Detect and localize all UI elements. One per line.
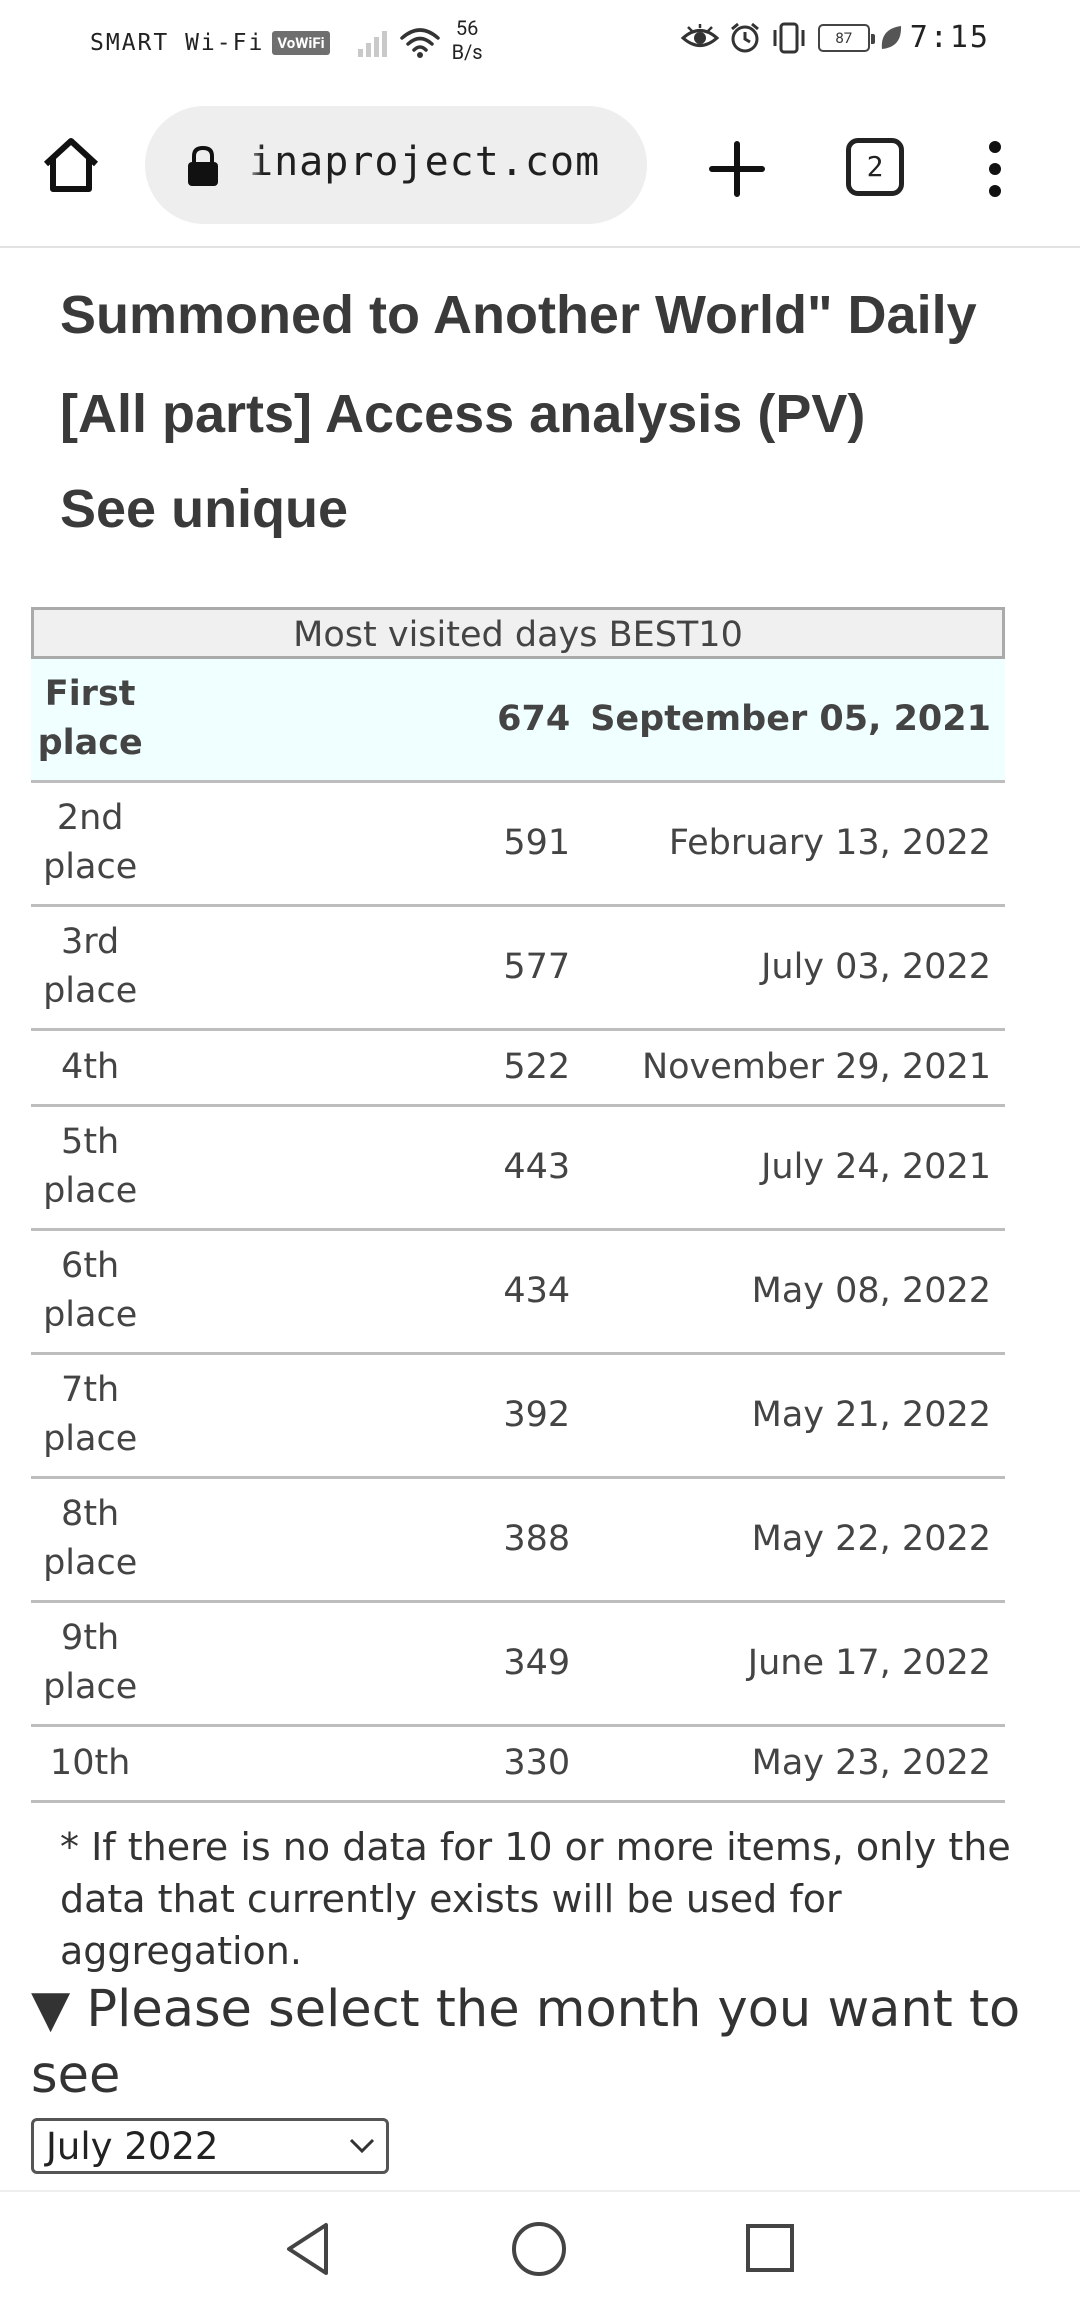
back-icon[interactable]: [282, 2220, 334, 2278]
pv-cell: 349: [149, 1601, 591, 1727]
home-icon[interactable]: [40, 134, 102, 196]
eye-icon: [680, 23, 720, 47]
date-cell: May 08, 2022: [590, 1229, 1005, 1355]
network-speed-unit: B/s: [451, 40, 483, 64]
rank-cell: First place: [31, 659, 150, 783]
recent-apps-icon[interactable]: [744, 2222, 796, 2274]
status-left: SMART Wi-Fi VoWiFi 56 B/s: [90, 16, 483, 64]
date-cell: May 21, 2022: [590, 1353, 1005, 1479]
page-title: Summoned to Another World" Daily [All pa…: [60, 266, 1020, 464]
rank-cell: 10th: [31, 1725, 150, 1803]
table-row: 9th place 349 June 17, 2022: [31, 1601, 1005, 1727]
home-circle-icon[interactable]: [510, 2220, 568, 2278]
table-row: 5th place 443 July 24, 2021: [31, 1105, 1005, 1231]
rank-cell: 6th place: [31, 1229, 150, 1355]
aggregation-note: * If there is no data for 10 or more ite…: [60, 1825, 1011, 1973]
rank-cell: 7th place: [31, 1353, 150, 1479]
pv-cell: 443: [149, 1105, 591, 1231]
wifi-icon: [399, 28, 440, 58]
best10-table: Most visited days BEST10 First place 674 S…: [31, 607, 1005, 1803]
pv-cell: 591: [149, 781, 591, 907]
lock-icon[interactable]: [185, 144, 221, 188]
pv-cell: 330: [149, 1725, 591, 1803]
pv-cell: 522: [149, 1029, 591, 1107]
more-vert-icon[interactable]: [975, 138, 1015, 200]
see-unique-link[interactable]: See unique: [60, 464, 348, 554]
date-cell: June 17, 2022: [590, 1601, 1005, 1727]
tab-count[interactable]: 2: [867, 150, 884, 183]
rank-cell: 3rd place: [31, 905, 150, 1031]
pv-cell: 577: [149, 905, 591, 1031]
table-caption: Most visited days BEST10: [31, 607, 1005, 659]
rank-cell: 4th: [31, 1029, 150, 1107]
month-select[interactable]: July 2022: [31, 2118, 389, 2174]
tabs-icon[interactable]: 2: [846, 138, 904, 196]
network-speed: 56 B/s: [452, 16, 483, 64]
status-right: 87 7:15: [672, 20, 990, 55]
table-row: 3rd place 577 July 03, 2022: [31, 905, 1005, 1031]
date-cell: July 24, 2021: [590, 1105, 1005, 1231]
chevron-down-icon[interactable]: [348, 2136, 376, 2156]
table-row: 10th 330 May 23, 2022: [31, 1725, 1005, 1803]
rank-cell: 2nd place: [31, 781, 150, 907]
month-select-value[interactable]: July 2022: [46, 2124, 218, 2170]
table-row: 2nd place 591 February 13, 2022: [31, 781, 1005, 907]
table-row: First place 674 September 05, 2021: [31, 659, 1005, 783]
battery-level: 87: [835, 28, 853, 47]
table-row: 7th place 392 May 21, 2022: [31, 1353, 1005, 1479]
date-cell: May 23, 2022: [590, 1725, 1005, 1803]
page-content: Summoned to Another World" Daily [All pa…: [0, 250, 1080, 2174]
rank-cell: 8th place: [31, 1477, 150, 1603]
date-cell: May 22, 2022: [590, 1477, 1005, 1603]
signal-icon: [357, 29, 390, 57]
url-fade: [241, 106, 263, 224]
browser-toolbar: inaproject.com 2: [0, 82, 1080, 248]
pv-cell: 388: [149, 1477, 591, 1603]
network-speed-value: 56: [455, 16, 479, 40]
date-cell: September 05, 2021: [590, 659, 1005, 783]
page-title-line1: Summoned to Another World" Daily: [60, 285, 977, 345]
month-select-label: ▼ Please select the month you want to se…: [31, 1980, 1021, 2105]
rank-cell: 9th place: [31, 1601, 150, 1727]
rank-cell: 5th place: [31, 1105, 150, 1231]
pv-cell: 392: [149, 1353, 591, 1479]
date-cell: February 13, 2022: [590, 781, 1005, 907]
battery-icon: 87: [817, 23, 875, 52]
page-title-line2: [All parts] Access analysis (PV): [60, 384, 866, 444]
date-cell: November 29, 2021: [590, 1029, 1005, 1107]
date-cell: July 03, 2022: [590, 905, 1005, 1031]
screen: SMART Wi-Fi VoWiFi 56 B/s 87 7:15 inapro…: [0, 0, 1080, 2312]
address-bar[interactable]: inaproject.com: [145, 106, 647, 224]
url-text[interactable]: inaproject.com: [249, 139, 600, 185]
table-row: 8th place 388 May 22, 2022: [31, 1477, 1005, 1603]
carrier-name: SMART Wi-Fi: [90, 30, 265, 56]
clock: 7:15: [909, 20, 990, 55]
table-row: 4th 522 November 29, 2021: [31, 1029, 1005, 1107]
table-row: 6th place 434 May 08, 2022: [31, 1229, 1005, 1355]
system-nav-bar: [0, 2190, 1080, 2312]
status-bar: SMART Wi-Fi VoWiFi 56 B/s 87 7:15: [0, 0, 1080, 80]
pv-cell: 434: [149, 1229, 591, 1355]
vowifi-badge: VoWiFi: [272, 31, 330, 55]
leaf-icon: [881, 25, 901, 49]
vibrate-icon: [773, 22, 805, 53]
pv-cell: 674: [149, 659, 591, 783]
alarm-icon: [730, 22, 759, 52]
plus-icon[interactable]: [706, 138, 768, 200]
